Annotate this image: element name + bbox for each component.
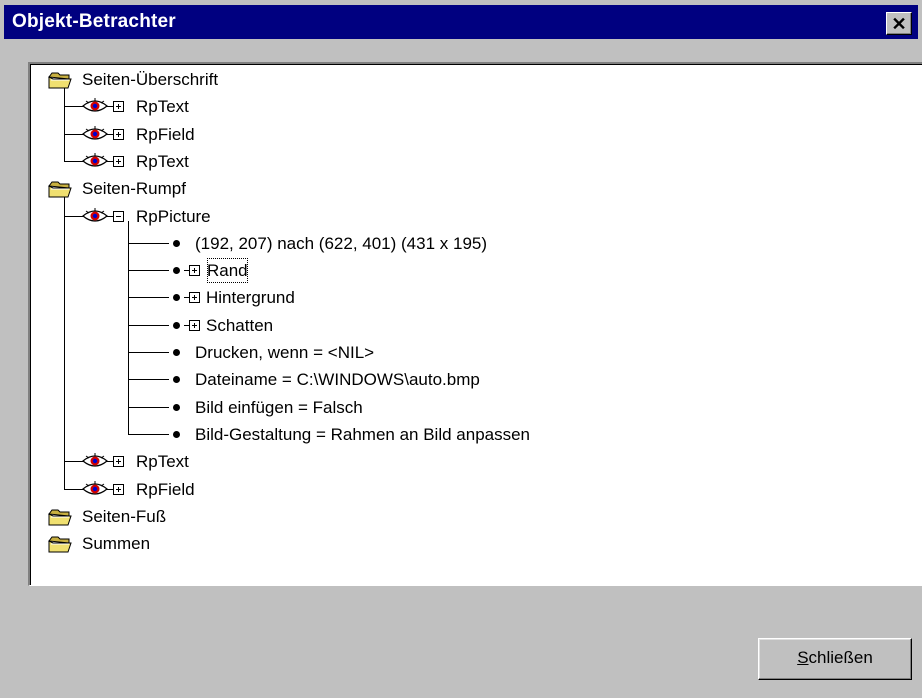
tree-connector-line	[128, 242, 169, 244]
tree-item-label: Bild einfügen = Falsch	[195, 397, 363, 417]
folder-icon	[48, 179, 72, 199]
expand-plus-icon[interactable]	[189, 265, 200, 277]
expand-plus-icon[interactable]	[113, 155, 124, 167]
tree-item-label: RpText	[136, 97, 189, 117]
bullet-icon	[173, 349, 180, 356]
folder-icon	[48, 507, 72, 527]
tree-connector-line	[128, 406, 169, 408]
schliessen-label: chließen	[808, 648, 873, 667]
tree-connector-line	[128, 270, 169, 272]
tree-item-label: Hintergrund	[206, 288, 295, 308]
window-title: Objekt-Betrachter	[12, 11, 176, 32]
collapse-minus-icon[interactable]	[113, 210, 124, 222]
bullet-icon	[173, 430, 180, 438]
tree-item-label: Seiten-Rumpf	[82, 179, 186, 199]
tree-item-label: (192, 207) nach (622, 401) (431 x 195)	[195, 233, 488, 253]
object-tree[interactable]: Seiten-Überschrift RpText RpField RpText Sei…	[28, 62, 922, 586]
tree-item-label: Seiten-Überschrift	[82, 70, 219, 89]
expand-plus-icon[interactable]	[189, 292, 200, 304]
tree-item-label: RpField	[136, 124, 195, 144]
bullet-icon	[173, 403, 180, 411]
tree-connector-line	[128, 379, 169, 381]
tree-connector-line	[64, 87, 65, 162]
folder-icon	[48, 70, 72, 90]
tree-connector-line	[128, 324, 169, 326]
window-titlebar: Objekt-Betrachter ✕	[0, 0, 922, 46]
schliessen-button[interactable]: Schließen	[758, 638, 912, 680]
tree-item-label: RpPicture	[136, 206, 211, 226]
tree-item-label: Rand	[206, 257, 249, 284]
bullet-icon	[173, 321, 180, 329]
expand-plus-icon[interactable]	[113, 483, 124, 495]
tree-connector-line	[128, 352, 169, 353]
expand-plus-icon[interactable]	[113, 101, 124, 113]
eye-icon[interactable]	[82, 152, 108, 169]
folder-icon	[48, 534, 72, 554]
eye-icon[interactable]	[82, 453, 108, 469]
tree-item-label: RpText	[136, 151, 189, 171]
bullet-icon	[173, 294, 180, 302]
tree-item-label: Drucken, wenn = <NIL>	[195, 343, 375, 362]
eye-icon[interactable]	[82, 207, 108, 224]
expand-plus-icon[interactable]	[189, 319, 200, 331]
eye-icon[interactable]	[82, 480, 108, 497]
eye-icon[interactable]	[82, 98, 108, 114]
tree-connector-line	[64, 196, 65, 490]
close-glyph: ✕	[891, 13, 907, 34]
window-close-icon[interactable]: ✕	[886, 12, 912, 35]
tree-item-label: Dateiname = C:\WINDOWS\auto.bmp	[195, 370, 480, 390]
bullet-icon	[173, 267, 180, 275]
eye-icon[interactable]	[82, 125, 108, 142]
tree-item-label: Summen	[82, 534, 151, 554]
tree-item-label: Schatten	[206, 315, 274, 335]
expand-plus-icon[interactable]	[113, 456, 124, 468]
tree-item-label: Bild-Gestaltung = Rahmen an Bild anpasse…	[195, 424, 531, 444]
bullet-icon	[173, 376, 180, 384]
tree-item-label: RpText	[136, 452, 189, 472]
titlebar-bar: Objekt-Betrachter ✕	[4, 5, 918, 39]
tree-item-label: RpField	[136, 479, 195, 499]
tree-item-label: Seiten-Fuß	[82, 506, 167, 526]
bullet-icon	[173, 239, 180, 247]
expand-plus-icon[interactable]	[113, 128, 124, 140]
tree-connector-line	[128, 433, 169, 435]
tree-connector-line	[128, 220, 129, 435]
tree-connector-line	[128, 297, 169, 299]
schliessen-mnemonic: S	[797, 648, 809, 667]
